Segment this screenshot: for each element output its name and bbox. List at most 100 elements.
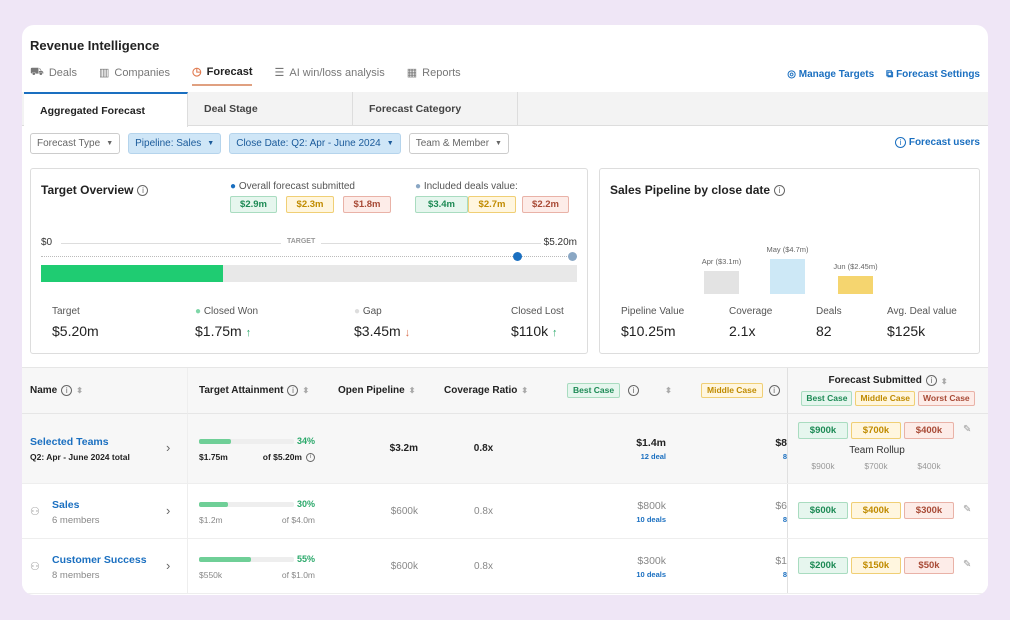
forecast-table: Name i ⬍ Target Attainment i ⬍ Open Pipeline…	[22, 367, 988, 595]
col-best-case[interactable]: Best Case i ⬍	[537, 368, 677, 414]
deals-link[interactable]: 8	[677, 570, 787, 579]
sort-icon[interactable]: ⬍	[941, 377, 948, 386]
sort-icon[interactable]: ⬍	[665, 386, 672, 395]
sort-icon[interactable]: ⬍	[409, 386, 416, 395]
submitted-chips: $2.9m $2.3m $1.8m	[230, 196, 391, 213]
stat-avg-deal: Avg. Deal value $125k	[887, 306, 957, 339]
bar-apr[interactable]	[704, 270, 739, 294]
team-name-link[interactable]: Sales	[52, 499, 79, 511]
col-target-attainment[interactable]: Target Attainment i ⬍	[187, 368, 327, 414]
target-value: of $5.20m i	[263, 452, 315, 463]
team-icon: ⚇	[30, 560, 40, 573]
sort-icon[interactable]: ⬍	[76, 386, 83, 395]
middle-case-cell: $6 8	[677, 484, 787, 538]
arrow-up-icon: ↑	[552, 327, 558, 339]
dot-icon: ●	[195, 306, 202, 317]
chevron-right-icon[interactable]: ›	[166, 503, 170, 518]
pipeline-filter[interactable]: Pipeline: Sales ▼	[128, 133, 222, 154]
info-icon[interactable]: i	[628, 385, 640, 396]
forecast-submitted-cell: $900k $700k $400k ✎ Team Rollup $900k $70…	[787, 414, 988, 483]
app-window: Revenue Intelligence ⛟ Deals ▥ Companies ◷…	[22, 25, 988, 595]
table-row[interactable]: ⚇ Customer Success 8 members › 55% $550k…	[22, 539, 988, 594]
dot-icon: ●	[230, 181, 237, 192]
info-icon[interactable]: i	[768, 385, 780, 396]
team-name-link[interactable]: Selected Teams	[30, 436, 109, 448]
deals-link[interactable]: 10 deals	[537, 570, 666, 579]
bar-may[interactable]	[770, 259, 805, 294]
stat-pipeline-value: Pipeline Value $10.25m	[621, 306, 685, 339]
filter-bar: Forecast Type ▼ Pipeline: Sales ▼ Close Da…	[30, 133, 509, 154]
manage-targets-link[interactable]: ◎ Manage Targets	[787, 69, 874, 80]
worst-case-chip: $1.8m	[343, 196, 391, 213]
close-date-filter[interactable]: Close Date: Q2: Apr - June 2024 ▼	[229, 133, 401, 154]
forecast-users-link[interactable]: i Forecast users	[891, 137, 980, 148]
stat-coverage: Coverage 2.1x	[729, 306, 773, 339]
edit-pencil-icon[interactable]: ✎	[963, 559, 971, 570]
reports-icon: ▦	[406, 67, 418, 79]
external-link-icon: ⧉	[886, 69, 897, 80]
attainment-fill	[199, 556, 252, 562]
target-attainment-cell: 55% $550k of $1.0m	[187, 539, 327, 593]
best-case-cell: $300k 10 deals	[537, 539, 677, 593]
nav-forecast[interactable]: ◷ Forecast	[192, 65, 253, 86]
deals-link[interactable]: 10 deals	[537, 515, 666, 524]
info-icon[interactable]: i	[287, 385, 299, 396]
nav-companies[interactable]: ▥ Companies	[99, 65, 170, 86]
info-icon[interactable]: i	[925, 375, 937, 387]
open-pipeline-cell: $600k	[390, 560, 418, 572]
deals-link[interactable]: 8	[677, 452, 787, 461]
nav-reports[interactable]: ▦ Reports	[407, 65, 461, 86]
team-name-link[interactable]: Customer Success	[52, 554, 147, 566]
team-member-filter[interactable]: Team & Member ▼	[408, 133, 509, 154]
chevron-right-icon[interactable]: ›	[166, 558, 170, 573]
col-coverage-ratio[interactable]: Coverage Ratio ⬍	[430, 368, 537, 414]
edit-pencil-icon[interactable]: ✎	[963, 504, 971, 515]
coverage-cell: 0.8x	[474, 560, 493, 572]
table-row[interactable]: Selected Teams Q2: Apr - June 2024 total…	[22, 414, 988, 484]
best-case-value: $600k	[798, 502, 848, 519]
attained-value: $550k	[199, 569, 223, 580]
sort-icon[interactable]: ⬍	[302, 386, 309, 395]
tab-deal-stage[interactable]: Deal Stage	[188, 92, 353, 126]
forecast-settings-link[interactable]: ⧉ Forecast Settings	[886, 69, 980, 80]
table-row[interactable]: ⚇ Sales 6 members › 30% $1.2m of $4.0m $…	[22, 484, 988, 539]
worst-case-value: $50k	[904, 557, 954, 574]
stat-gap: ● Gap $3.45m ↓	[354, 306, 411, 339]
tab-aggregated-forecast[interactable]: Aggregated Forecast	[24, 92, 188, 127]
submitted-values: $600k $400k $300k	[798, 502, 954, 519]
deals-link[interactable]: 12 deal	[537, 452, 666, 461]
tab-forecast-category[interactable]: Forecast Category	[353, 92, 518, 126]
best-case-value: $900k	[798, 422, 848, 439]
forecast-track	[41, 256, 577, 257]
target-overview-title: Target Overview i	[41, 183, 149, 197]
submitted-marker[interactable]	[513, 252, 522, 261]
chevron-right-icon[interactable]: ›	[166, 440, 170, 455]
edit-pencil-icon[interactable]: ✎	[963, 424, 971, 435]
middle-case-chip: $2.3m	[286, 196, 334, 213]
stat-target: Target $5.20m	[52, 306, 99, 339]
info-icon[interactable]: i	[61, 385, 73, 396]
name-cell: ⚇ Customer Success 8 members ›	[22, 539, 187, 593]
info-icon[interactable]: i	[306, 453, 315, 463]
col-name[interactable]: Name i ⬍	[22, 368, 187, 414]
included-marker[interactable]	[568, 252, 577, 261]
attainment-bar	[199, 439, 294, 444]
team-rollup-label: Team Rollup	[849, 445, 905, 456]
name-cell: Selected Teams Q2: Apr - June 2024 total…	[22, 414, 187, 483]
forecast-type-filter[interactable]: Forecast Type ▼	[30, 133, 121, 154]
attainment-percent: 30%	[296, 498, 315, 509]
col-middle-case[interactable]: Middle Case i	[677, 368, 789, 414]
deals-link[interactable]: 8	[677, 515, 787, 524]
col-forecast-submitted[interactable]: Forecast Submitted i ⬍ Best Case Middle Cas…	[787, 368, 988, 414]
attainment-bar	[199, 501, 294, 507]
bar-jun[interactable]	[838, 275, 873, 294]
target-attainment-cell: 34% $1.75m of $5.20m i	[187, 414, 327, 483]
caret-down-icon: ▼	[495, 140, 502, 147]
info-icon[interactable]: i	[137, 185, 149, 197]
sort-icon[interactable]: ⬍	[521, 386, 528, 395]
axis-label: TARGET	[281, 238, 322, 245]
nav-ai-win-loss[interactable]: ☰ AI win/loss analysis	[274, 65, 384, 86]
nav-deals[interactable]: ⛟ Deals	[30, 65, 77, 86]
col-open-pipeline[interactable]: Open Pipeline ⬍	[327, 368, 430, 414]
attainment-bar	[199, 556, 294, 562]
